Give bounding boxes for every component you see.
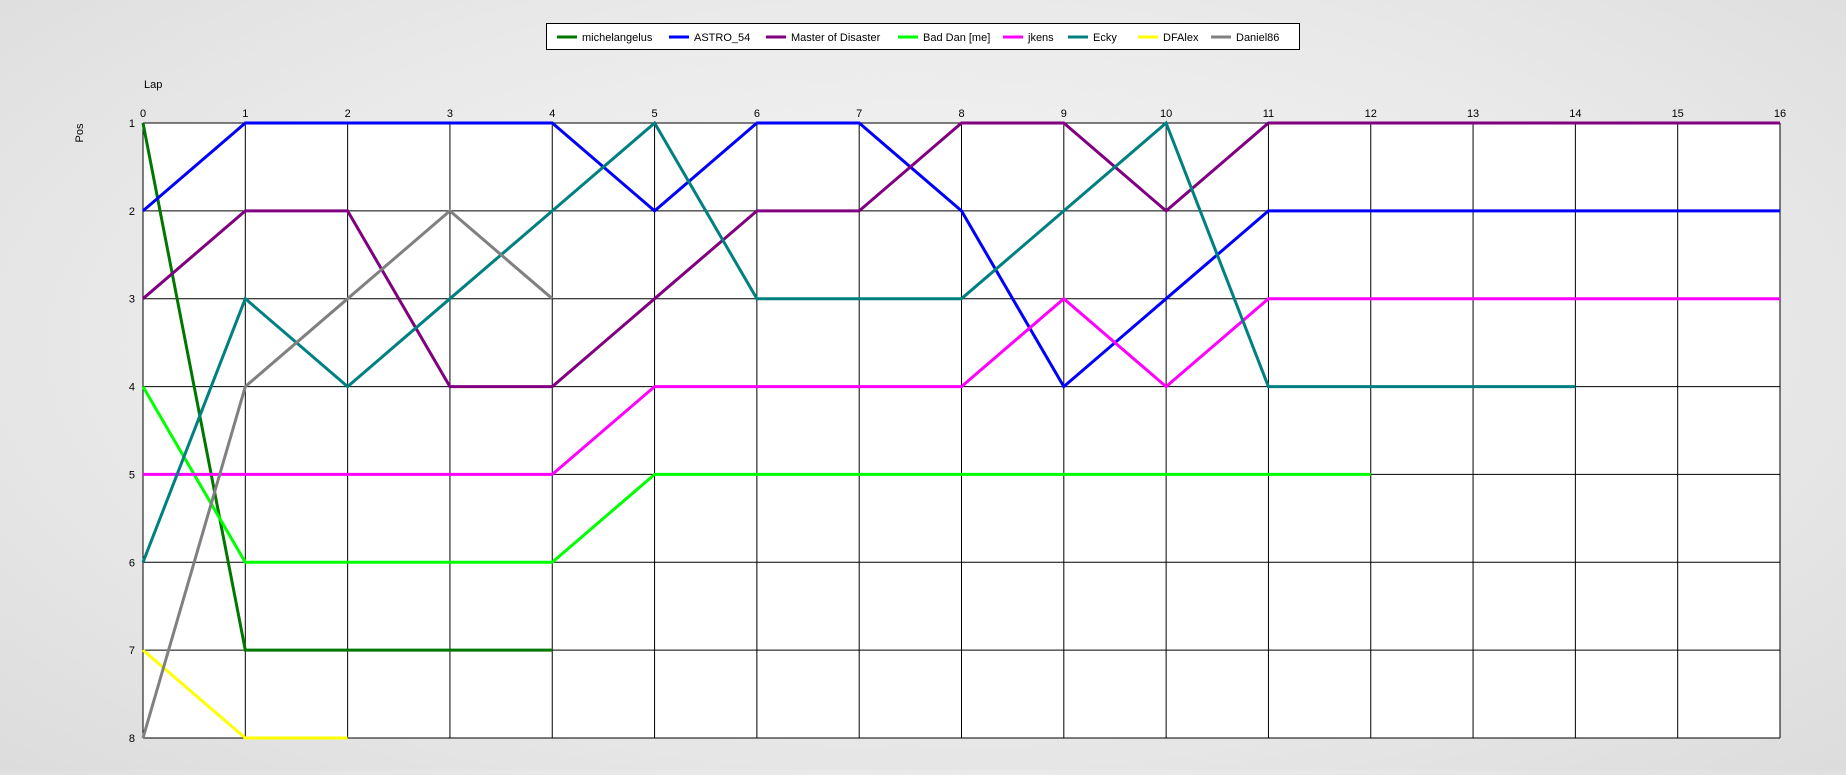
x-tick-label: 3 [447,108,453,120]
x-tick-label: 13 [1467,108,1479,120]
x-tick-label: 8 [958,108,964,120]
y-tick-label: 1 [129,118,135,130]
legend-label: jkens [1027,32,1054,44]
legend: michelangelus ASTRO_54 Master of Disaster B… [546,23,1300,50]
y-tick-label: 4 [129,382,135,394]
y-tick-label: 6 [129,557,135,569]
legend-label: Master of Disaster [791,32,881,44]
y-axis-label: Pos [74,123,86,142]
x-tick-label: 7 [856,108,862,120]
x-tick-label: 9 [1061,108,1067,120]
x-tick-label: 14 [1569,108,1581,120]
x-tick-label: 2 [345,108,351,120]
x-tick-label: 15 [1672,108,1684,120]
x-tick-label: 16 [1774,108,1786,120]
position-chart: michelangelus ASTRO_54 Master of Disaster B… [0,0,1846,770]
x-tick-label: 1 [242,108,248,120]
legend-label: michelangelus [582,32,653,44]
x-tick-label: 5 [652,108,658,120]
x-tick-label: 10 [1160,108,1172,120]
x-axis-label: Lap [144,79,162,91]
y-tick-label: 3 [129,294,135,306]
x-tick-label: 11 [1263,108,1274,120]
chart-svg: michelangelus ASTRO_54 Master of Disaster B… [74,23,1786,745]
legend-label: Ecky [1093,32,1117,44]
legend-label: ASTRO_54 [694,32,750,44]
y-tick-label: 8 [129,733,135,745]
x-tick-label: 0 [140,108,146,120]
legend-label: Daniel86 [1236,32,1279,44]
x-tick-label: 6 [754,108,760,120]
y-tick-label: 5 [129,469,135,481]
y-tick-label: 2 [129,206,135,218]
y-tick-label: 7 [129,645,135,657]
x-tick-label: 12 [1365,108,1377,120]
x-tick-label: 4 [549,108,555,120]
legend-label: DFAlex [1163,32,1199,44]
legend-label: Bad Dan [me] [923,32,990,44]
